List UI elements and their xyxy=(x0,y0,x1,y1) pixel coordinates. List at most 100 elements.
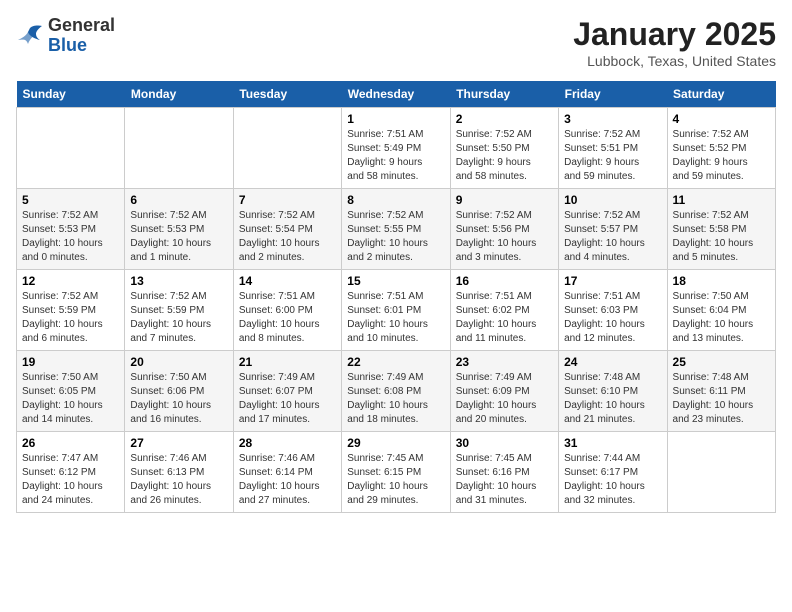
logo: General Blue xyxy=(16,16,115,56)
day-info: Sunrise: 7:51 AMSunset: 6:02 PMDaylight:… xyxy=(456,290,553,346)
day-info: Sunrise: 7:49 AMSunset: 6:08 PMDaylight:… xyxy=(347,371,444,427)
calendar-cell: 1 Sunrise: 7:51 AMSunset: 5:49 PMDaylight… xyxy=(342,108,450,189)
calendar-cell: 14 Sunrise: 7:51 AMSunset: 6:00 PMDayligh… xyxy=(233,270,341,351)
day-number: 13 xyxy=(130,274,227,288)
calendar-cell: 27 Sunrise: 7:46 AMSunset: 6:13 PMDayligh… xyxy=(125,432,233,513)
day-info: Sunrise: 7:47 AMSunset: 6:12 PMDaylight:… xyxy=(22,452,119,508)
day-info: Sunrise: 7:52 AMSunset: 5:59 PMDaylight:… xyxy=(22,290,119,346)
day-number: 9 xyxy=(456,193,553,207)
month-title: January 2025 xyxy=(573,16,776,53)
calendar-cell: 18 Sunrise: 7:50 AMSunset: 6:04 PMDayligh… xyxy=(667,270,775,351)
day-info: Sunrise: 7:52 AMSunset: 5:54 PMDaylight:… xyxy=(239,209,336,265)
day-info: Sunrise: 7:52 AMSunset: 5:52 PMDaylight:… xyxy=(673,128,770,184)
week-row-4: 19 Sunrise: 7:50 AMSunset: 6:05 PMDayligh… xyxy=(17,351,776,432)
calendar-cell: 20 Sunrise: 7:50 AMSunset: 6:06 PMDayligh… xyxy=(125,351,233,432)
week-row-1: 1 Sunrise: 7:51 AMSunset: 5:49 PMDaylight… xyxy=(17,108,776,189)
day-number: 24 xyxy=(564,355,661,369)
day-number: 7 xyxy=(239,193,336,207)
day-number: 31 xyxy=(564,436,661,450)
calendar-cell: 15 Sunrise: 7:51 AMSunset: 6:01 PMDayligh… xyxy=(342,270,450,351)
calendar-cell: 7 Sunrise: 7:52 AMSunset: 5:54 PMDaylight… xyxy=(233,189,341,270)
logo-blue-text: Blue xyxy=(48,35,87,55)
day-number: 6 xyxy=(130,193,227,207)
day-info: Sunrise: 7:51 AMSunset: 6:00 PMDaylight:… xyxy=(239,290,336,346)
page-header: General Blue January 2025 Lubbock, Texas… xyxy=(16,16,776,69)
calendar-cell: 6Sunrise: 7:52 AMSunset: 5:53 PMDaylight… xyxy=(125,189,233,270)
header-tuesday: Tuesday xyxy=(233,81,341,108)
logo-icon xyxy=(16,22,44,50)
day-number: 19 xyxy=(22,355,119,369)
calendar-cell: 13Sunrise: 7:52 AMSunset: 5:59 PMDayligh… xyxy=(125,270,233,351)
calendar-cell: 3Sunrise: 7:52 AMSunset: 5:51 PMDaylight… xyxy=(559,108,667,189)
calendar-cell: 9 Sunrise: 7:52 AMSunset: 5:56 PMDaylight… xyxy=(450,189,558,270)
day-info: Sunrise: 7:52 AMSunset: 5:50 PMDaylight:… xyxy=(456,128,553,184)
calendar-cell xyxy=(17,108,125,189)
day-number: 30 xyxy=(456,436,553,450)
day-number: 4 xyxy=(673,112,770,126)
calendar-cell xyxy=(125,108,233,189)
calendar-cell xyxy=(233,108,341,189)
day-number: 29 xyxy=(347,436,444,450)
day-number: 14 xyxy=(239,274,336,288)
calendar-cell: 2 Sunrise: 7:52 AMSunset: 5:50 PMDaylight… xyxy=(450,108,558,189)
calendar-cell: 21 Sunrise: 7:49 AMSunset: 6:07 PMDayligh… xyxy=(233,351,341,432)
day-number: 26 xyxy=(22,436,119,450)
day-number: 21 xyxy=(239,355,336,369)
day-number: 25 xyxy=(673,355,770,369)
day-info: Sunrise: 7:45 AMSunset: 6:15 PMDaylight:… xyxy=(347,452,444,508)
day-info: Sunrise: 7:51 AMSunset: 5:49 PMDaylight:… xyxy=(347,128,444,184)
day-info: Sunrise: 7:52 AMSunset: 5:53 PMDaylight:… xyxy=(22,209,119,265)
week-row-2: 5 Sunrise: 7:52 AMSunset: 5:53 PMDaylight… xyxy=(17,189,776,270)
day-info: Sunrise: 7:52 AMSunset: 5:55 PMDaylight:… xyxy=(347,209,444,265)
location: Lubbock, Texas, United States xyxy=(573,53,776,69)
header-row: SundayMondayTuesdayWednesdayThursdayFrid… xyxy=(17,81,776,108)
day-info: Sunrise: 7:49 AMSunset: 6:07 PMDaylight:… xyxy=(239,371,336,427)
calendar-cell: 19 Sunrise: 7:50 AMSunset: 6:05 PMDayligh… xyxy=(17,351,125,432)
calendar-cell: 25Sunrise: 7:48 AMSunset: 6:11 PMDayligh… xyxy=(667,351,775,432)
day-number: 27 xyxy=(130,436,227,450)
day-number: 15 xyxy=(347,274,444,288)
calendar-cell: 23 Sunrise: 7:49 AMSunset: 6:09 PMDayligh… xyxy=(450,351,558,432)
day-number: 1 xyxy=(347,112,444,126)
day-info: Sunrise: 7:50 AMSunset: 6:04 PMDaylight:… xyxy=(673,290,770,346)
day-number: 5 xyxy=(22,193,119,207)
header-friday: Friday xyxy=(559,81,667,108)
calendar-cell xyxy=(667,432,775,513)
logo-general-text: General xyxy=(48,15,115,35)
calendar-cell: 4 Sunrise: 7:52 AMSunset: 5:52 PMDaylight… xyxy=(667,108,775,189)
calendar-cell: 5 Sunrise: 7:52 AMSunset: 5:53 PMDaylight… xyxy=(17,189,125,270)
day-info: Sunrise: 7:46 AMSunset: 6:13 PMDaylight:… xyxy=(130,452,227,508)
title-block: January 2025 Lubbock, Texas, United Stat… xyxy=(573,16,776,69)
day-info: Sunrise: 7:46 AMSunset: 6:14 PMDaylight:… xyxy=(239,452,336,508)
day-number: 10 xyxy=(564,193,661,207)
day-info: Sunrise: 7:50 AMSunset: 6:06 PMDaylight:… xyxy=(130,371,227,427)
day-info: Sunrise: 7:52 AMSunset: 5:57 PMDaylight:… xyxy=(564,209,661,265)
day-number: 3 xyxy=(564,112,661,126)
day-info: Sunrise: 7:52 AMSunset: 5:56 PMDaylight:… xyxy=(456,209,553,265)
calendar-cell: 31 Sunrise: 7:44 AMSunset: 6:17 PMDayligh… xyxy=(559,432,667,513)
day-number: 11 xyxy=(673,193,770,207)
calendar-cell: 10 Sunrise: 7:52 AMSunset: 5:57 PMDayligh… xyxy=(559,189,667,270)
day-number: 8 xyxy=(347,193,444,207)
day-info: Sunrise: 7:44 AMSunset: 6:17 PMDaylight:… xyxy=(564,452,661,508)
calendar-cell: 26 Sunrise: 7:47 AMSunset: 6:12 PMDayligh… xyxy=(17,432,125,513)
calendar-cell: 17Sunrise: 7:51 AMSunset: 6:03 PMDayligh… xyxy=(559,270,667,351)
day-info: Sunrise: 7:45 AMSunset: 6:16 PMDaylight:… xyxy=(456,452,553,508)
day-number: 18 xyxy=(673,274,770,288)
day-number: 2 xyxy=(456,112,553,126)
header-sunday: Sunday xyxy=(17,81,125,108)
day-info: Sunrise: 7:50 AMSunset: 6:05 PMDaylight:… xyxy=(22,371,119,427)
header-monday: Monday xyxy=(125,81,233,108)
calendar-cell: 16Sunrise: 7:51 AMSunset: 6:02 PMDayligh… xyxy=(450,270,558,351)
day-number: 17 xyxy=(564,274,661,288)
calendar-cell: 29 Sunrise: 7:45 AMSunset: 6:15 PMDayligh… xyxy=(342,432,450,513)
day-number: 22 xyxy=(347,355,444,369)
week-row-3: 12 Sunrise: 7:52 AMSunset: 5:59 PMDayligh… xyxy=(17,270,776,351)
day-number: 20 xyxy=(130,355,227,369)
day-number: 23 xyxy=(456,355,553,369)
day-info: Sunrise: 7:51 AMSunset: 6:01 PMDaylight:… xyxy=(347,290,444,346)
day-number: 12 xyxy=(22,274,119,288)
day-info: Sunrise: 7:49 AMSunset: 6:09 PMDaylight:… xyxy=(456,371,553,427)
day-info: Sunrise: 7:52 AMSunset: 5:58 PMDaylight:… xyxy=(673,209,770,265)
calendar-cell: 24Sunrise: 7:48 AMSunset: 6:10 PMDayligh… xyxy=(559,351,667,432)
